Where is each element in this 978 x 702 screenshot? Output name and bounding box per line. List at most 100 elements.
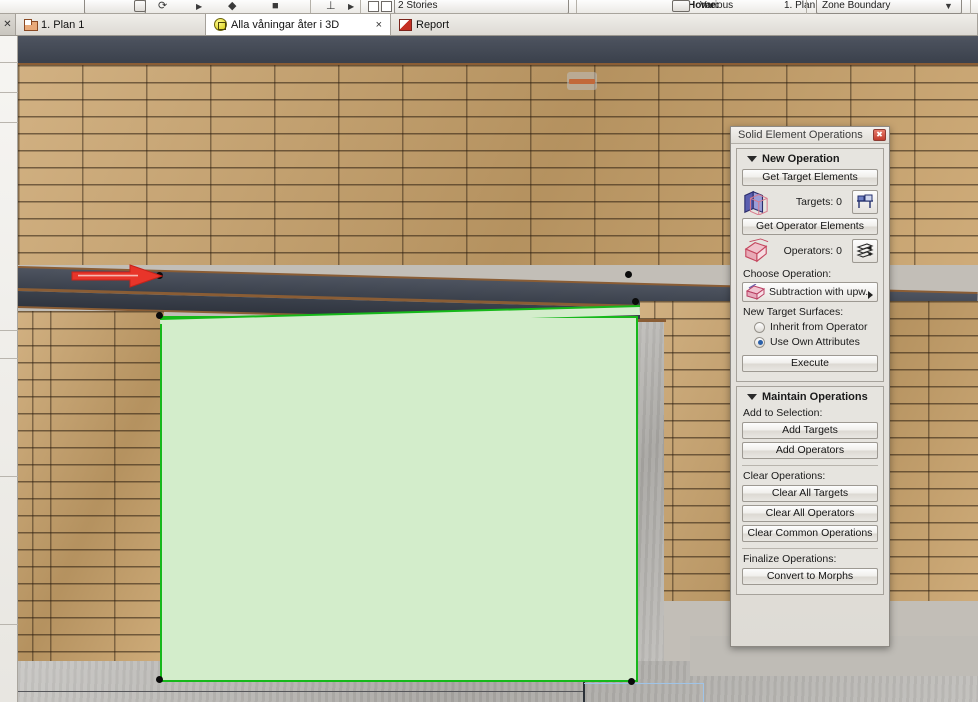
tab-plan-1[interactable]: 1. Plan 1 bbox=[16, 14, 206, 35]
add-operators-button[interactable]: Add Operators bbox=[742, 442, 878, 459]
toolbar-separator-2 bbox=[360, 0, 361, 13]
3d-view-icon bbox=[214, 18, 227, 31]
selection-node-top-right[interactable] bbox=[632, 298, 639, 305]
report-icon bbox=[399, 18, 412, 31]
roof-slab-upper bbox=[18, 36, 978, 64]
target-element-icon bbox=[744, 190, 768, 215]
radio-inherit-label: Inherit from Operator bbox=[770, 321, 868, 333]
tab-all-stories-3d[interactable]: Alla våningar åter i 3D × bbox=[206, 14, 391, 35]
radio-inherit-icon[interactable] bbox=[754, 321, 765, 333]
pick-targets-button[interactable] bbox=[852, 190, 878, 214]
left-rail[interactable] bbox=[0, 36, 18, 702]
new-operation-section: New Operation Get Target Elements Target… bbox=[736, 148, 884, 382]
toolbar-combo-1-caret[interactable] bbox=[134, 0, 146, 12]
maintain-divider-1 bbox=[742, 465, 878, 466]
radio-use-own-icon[interactable] bbox=[754, 336, 765, 348]
operator-element-icon bbox=[744, 238, 769, 263]
annotation-arrow-icon bbox=[71, 264, 164, 288]
palette-body: New Operation Get Target Elements Target… bbox=[731, 144, 889, 600]
new-operation-header[interactable]: New Operation bbox=[742, 153, 878, 165]
choose-operation-label: Choose Operation: bbox=[743, 268, 832, 280]
story-box-2-icon[interactable] bbox=[381, 1, 392, 12]
tab-report[interactable]: Report bbox=[391, 14, 978, 35]
add-to-selection-label: Add to Selection: bbox=[743, 407, 823, 419]
subtraction-operation-icon bbox=[745, 283, 766, 300]
targets-count-label: Targets: 0 bbox=[795, 196, 842, 208]
rail-divider-7 bbox=[0, 624, 18, 625]
stories-label: 2 Stories bbox=[398, 0, 438, 11]
reference-node-upper-right[interactable] bbox=[625, 271, 632, 278]
execute-button[interactable]: Execute bbox=[742, 355, 878, 372]
snap-guide-vertical bbox=[703, 683, 704, 702]
maintain-operations-header[interactable]: Maintain Operations bbox=[742, 391, 878, 403]
selection-node-bottom-left[interactable] bbox=[156, 676, 163, 683]
anchor-caret-icon[interactable]: ▶ bbox=[348, 0, 354, 13]
story-box-1-icon[interactable] bbox=[368, 1, 379, 12]
chevron-down-icon[interactable] bbox=[747, 394, 757, 400]
horizontal-extent-icon[interactable]: ↔ bbox=[866, 0, 877, 13]
close-all-tabs-button[interactable]: ✕ bbox=[0, 14, 16, 35]
maintain-divider-2 bbox=[742, 548, 878, 549]
floor-slab-vertical-joint bbox=[583, 681, 585, 702]
get-operator-elements-button[interactable]: Get Operator Elements bbox=[742, 218, 878, 235]
clear-operations-label: Clear Operations: bbox=[743, 470, 826, 482]
palette-title-bar[interactable]: Solid Element Operations ✖ bbox=[731, 127, 889, 144]
operators-count-label: Operators: 0 bbox=[783, 245, 842, 257]
clear-common-operations-button[interactable]: Clear Common Operations bbox=[742, 525, 878, 542]
radio-use-own-label: Use Own Attributes bbox=[770, 336, 860, 348]
operation-dropdown[interactable]: Subtraction with upw... bbox=[742, 282, 878, 302]
anchor-point-icon[interactable]: ⊥ bbox=[326, 0, 336, 13]
top-toolbar: ⟳ ▶ ◆ ■ ⊥ ▶ 2 Stories Home: 1. Plan 1 ↔ bbox=[0, 0, 978, 14]
curve-tool-icon[interactable]: ⟳ bbox=[158, 0, 167, 13]
radio-use-own-attributes[interactable]: Use Own Attributes bbox=[754, 336, 878, 348]
toolbar-caret-icon[interactable]: ▶ bbox=[196, 0, 202, 13]
home-value: 1. Plan 1 bbox=[784, 0, 824, 11]
get-target-elements-button[interactable]: Get Target Elements bbox=[742, 169, 878, 186]
selected-morph-top-edge-group bbox=[160, 302, 640, 324]
solid-element-operations-palette[interactable]: Solid Element Operations ✖ New Operation… bbox=[730, 126, 890, 647]
polygon-tool-icon[interactable]: ◆ bbox=[228, 0, 236, 13]
close-icon[interactable]: × bbox=[358, 19, 382, 31]
floor-plan-icon bbox=[24, 19, 38, 31]
fill-tool-icon[interactable]: ■ bbox=[272, 0, 279, 13]
selected-morph-element[interactable] bbox=[160, 316, 638, 682]
operators-row: Operators: 0 bbox=[742, 238, 878, 264]
roof-hotspot-widget[interactable] bbox=[567, 72, 597, 90]
rail-divider-2 bbox=[0, 92, 18, 93]
tab-bar: ✕ 1. Plan 1 Alla våningar åter i 3D × Re… bbox=[0, 14, 978, 36]
roof-hotspot-bar-icon bbox=[569, 78, 595, 84]
operation-dropdown-value: Subtraction with upw... bbox=[769, 286, 868, 298]
new-operation-header-label: New Operation bbox=[762, 153, 840, 165]
toolbar-separator-3 bbox=[576, 0, 577, 13]
radio-inherit-from-operator[interactable]: Inherit from Operator bbox=[754, 321, 878, 333]
palette-title: Solid Element Operations bbox=[738, 129, 863, 141]
rail-divider-5 bbox=[0, 358, 18, 359]
home-value-expand-button[interactable] bbox=[832, 0, 844, 12]
floor-slab-joint-line bbox=[18, 691, 584, 692]
tab-all-stories-3d-label: Alla våningar åter i 3D bbox=[231, 18, 340, 31]
home-label: Home: bbox=[688, 0, 720, 11]
maintain-operations-header-label: Maintain Operations bbox=[762, 391, 868, 403]
rail-divider-3 bbox=[0, 122, 18, 123]
chevron-right-icon[interactable] bbox=[868, 291, 873, 299]
rail-divider-4 bbox=[0, 330, 18, 331]
close-icon[interactable]: ✖ bbox=[873, 129, 886, 141]
toolbar-separator-1 bbox=[310, 0, 311, 13]
tab-report-label: Report bbox=[416, 18, 450, 31]
toolbar-separator-4 bbox=[850, 0, 851, 13]
targets-row: Targets: 0 bbox=[742, 189, 878, 215]
selection-node-bottom-right[interactable] bbox=[628, 678, 635, 685]
add-targets-button[interactable]: Add Targets bbox=[742, 422, 878, 439]
rail-divider-6 bbox=[0, 476, 18, 477]
rail-divider-1 bbox=[0, 62, 18, 63]
maintain-operations-section: Maintain Operations Add to Selection: Ad… bbox=[736, 386, 884, 595]
convert-to-morphs-button[interactable]: Convert to Morphs bbox=[742, 568, 878, 585]
clear-all-targets-button[interactable]: Clear All Targets bbox=[742, 485, 878, 502]
chevron-down-icon[interactable] bbox=[747, 156, 757, 162]
operator-pick-icon bbox=[856, 243, 874, 258]
clear-all-operators-button[interactable]: Clear All Operators bbox=[742, 505, 878, 522]
selection-node-top-left[interactable] bbox=[156, 312, 163, 319]
tab-plan-1-label: 1. Plan 1 bbox=[41, 18, 85, 31]
snap-guide-horizontal bbox=[584, 683, 704, 684]
pick-operators-button[interactable] bbox=[852, 239, 878, 263]
